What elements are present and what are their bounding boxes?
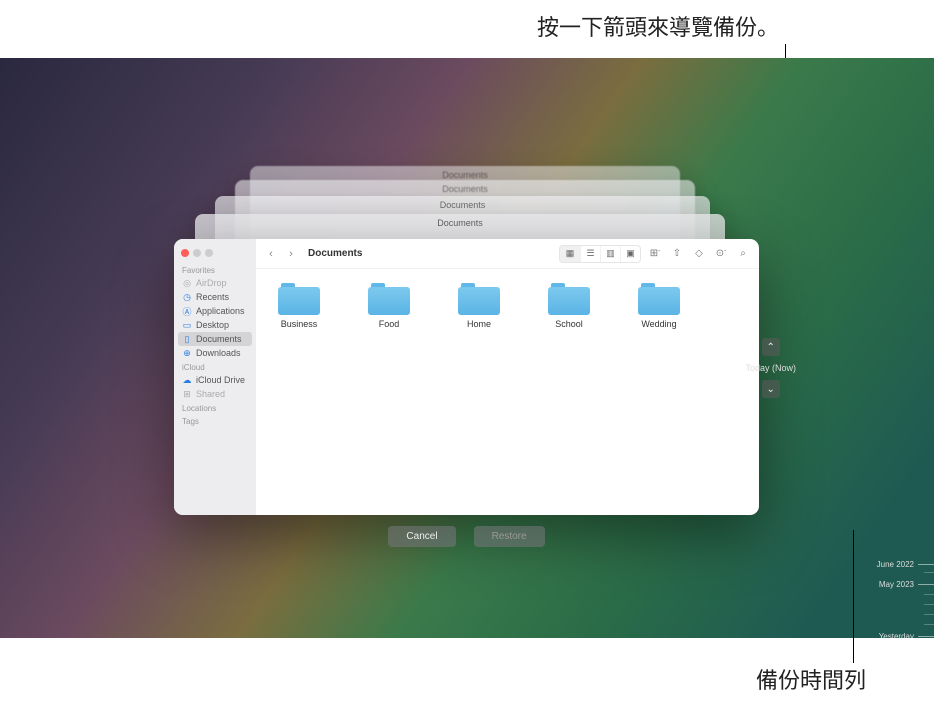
sidebar-item-documents[interactable]: ▯Documents	[178, 332, 252, 346]
folder-label: Home	[467, 319, 491, 329]
sidebar-item-recents[interactable]: ◷Recents	[174, 290, 256, 304]
timeline-label: June 2022	[877, 560, 914, 569]
annotation-timeline-line	[853, 530, 854, 663]
sidebar-item-desktop[interactable]: ▭Desktop	[174, 318, 256, 332]
timeline-tick[interactable]	[924, 604, 934, 605]
folder-icon	[278, 283, 320, 315]
group-icon: ⊞	[650, 248, 658, 259]
window-controls	[174, 245, 256, 263]
window-title: Documents	[308, 248, 362, 259]
timeline-tick[interactable]	[924, 572, 934, 573]
restore-button[interactable]: Restore	[474, 526, 545, 547]
action-bar: Cancel Restore	[174, 526, 759, 547]
timeline-tick[interactable]	[918, 636, 934, 637]
timeline-tick[interactable]	[924, 594, 934, 595]
backup-timeline[interactable]: June 2022 May 2023 Yesterday Now	[906, 116, 934, 638]
folder-item[interactable]: Home	[448, 283, 510, 329]
share-icon: ⇧	[673, 248, 681, 259]
list-view-button[interactable]: ☰	[580, 246, 600, 262]
airdrop-icon: ◎	[182, 278, 192, 288]
group-by-button[interactable]: ⊞ˇ	[647, 246, 663, 262]
folder-icon	[458, 283, 500, 315]
grid-icon: ▦	[566, 248, 575, 259]
ellipsis-icon: ⊙	[716, 248, 724, 259]
folder-icon	[638, 283, 680, 315]
document-icon: ▯	[182, 334, 192, 344]
apps-icon: Ⓐ	[182, 306, 192, 316]
folder-label: School	[555, 319, 583, 329]
finder-window: Favorites ◎AirDrop ◷Recents ⒶApplication…	[174, 239, 759, 515]
clock-icon: ◷	[182, 292, 192, 302]
timeline-label: Yesterday	[879, 632, 914, 638]
download-icon: ⊕	[182, 348, 192, 358]
gallery-icon: ▣	[626, 248, 635, 259]
folder-item[interactable]: Business	[268, 283, 330, 329]
annotation-timeline-text: 備份時間列	[756, 663, 866, 695]
action-button[interactable]: ⊙ˇ	[713, 246, 729, 262]
timeline-tick[interactable]	[924, 614, 934, 615]
sidebar-item-shared[interactable]: ⊞Shared	[174, 387, 256, 401]
minimize-button[interactable]	[193, 249, 201, 257]
chevron-down-icon: ˇ	[724, 251, 726, 257]
desktop-icon: ▭	[182, 320, 192, 330]
zoom-button[interactable]	[205, 249, 213, 257]
backup-navigation: ⌃ Today (Now) ⌄	[745, 338, 796, 398]
sidebar-item-icloud-drive[interactable]: ☁iCloud Drive	[174, 373, 256, 387]
previous-backup-button[interactable]: ⌃	[762, 338, 780, 356]
tag-icon: ◇	[695, 248, 703, 259]
folder-item[interactable]: Wedding	[628, 283, 690, 329]
back-button[interactable]: ‹	[264, 247, 278, 261]
list-icon: ☰	[586, 248, 594, 259]
current-backup-label: Today (Now)	[745, 359, 796, 377]
search-button[interactable]: ⌕	[735, 246, 751, 262]
column-view-button[interactable]: ▥	[600, 246, 620, 262]
chevron-up-icon: ⌃	[767, 342, 775, 353]
folder-icon	[368, 283, 410, 315]
folder-label: Food	[379, 319, 400, 329]
cancel-button[interactable]: Cancel	[388, 526, 455, 547]
sidebar-section-favorites: Favorites	[174, 263, 256, 276]
share-button[interactable]: ⇧	[669, 246, 685, 262]
sidebar-section-tags: Tags	[174, 414, 256, 427]
folder-item[interactable]: School	[538, 283, 600, 329]
folder-label: Business	[281, 319, 318, 329]
shared-icon: ⊞	[182, 389, 192, 399]
icon-view-button[interactable]: ▦	[560, 246, 580, 262]
timeline-tick[interactable]	[924, 624, 934, 625]
chevron-down-icon: ⌄	[767, 384, 775, 395]
chevron-down-icon: ˇ	[658, 251, 660, 257]
timeline-label: May 2023	[879, 580, 914, 589]
close-button[interactable]	[181, 249, 189, 257]
sidebar-item-airdrop[interactable]: ◎AirDrop	[174, 276, 256, 290]
sidebar-section-icloud: iCloud	[174, 360, 256, 373]
view-mode-group: ▦ ☰ ▥ ▣	[559, 245, 641, 263]
cloud-icon: ☁	[182, 375, 192, 385]
tag-button[interactable]: ◇	[691, 246, 707, 262]
gallery-view-button[interactable]: ▣	[620, 246, 640, 262]
sidebar-item-downloads[interactable]: ⊕Downloads	[174, 346, 256, 360]
finder-toolbar: ‹ › Documents ▦ ☰ ▥ ▣ ⊞ˇ ⇧ ◇ ⊙ˇ ⌕	[256, 239, 759, 269]
timeline-tick[interactable]	[918, 564, 934, 565]
folder-content[interactable]: Business Food Home School Wedding	[256, 269, 759, 515]
finder-main: ‹ › Documents ▦ ☰ ▥ ▣ ⊞ˇ ⇧ ◇ ⊙ˇ ⌕ Busine…	[256, 239, 759, 515]
folder-icon	[548, 283, 590, 315]
sidebar-section-locations: Locations	[174, 401, 256, 414]
folder-label: Wedding	[641, 319, 676, 329]
finder-sidebar: Favorites ◎AirDrop ◷Recents ⒶApplication…	[174, 239, 256, 515]
next-backup-button[interactable]: ⌄	[762, 380, 780, 398]
folder-item[interactable]: Food	[358, 283, 420, 329]
timeline-tick[interactable]	[918, 584, 934, 585]
forward-button[interactable]: ›	[284, 247, 298, 261]
time-machine-desktop: Documents Documents Documents Documents …	[0, 58, 934, 638]
annotation-arrows-text: 按一下箭頭來導覽備份。	[537, 10, 779, 42]
sidebar-item-applications[interactable]: ⒶApplications	[174, 304, 256, 318]
columns-icon: ▥	[606, 248, 615, 259]
search-icon: ⌕	[740, 248, 746, 259]
